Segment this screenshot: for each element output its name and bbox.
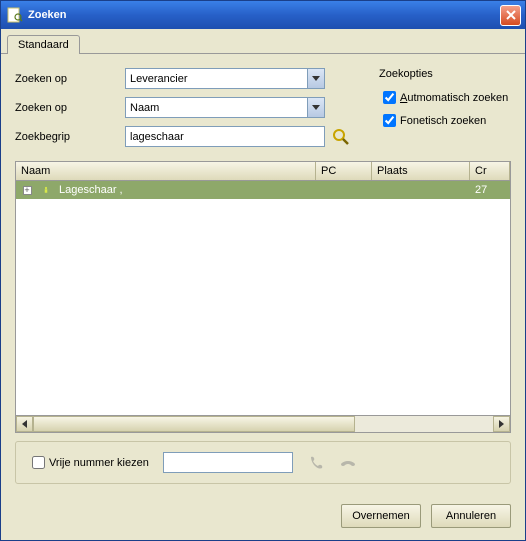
combo-search-type-value: Leverancier (130, 73, 187, 85)
titlebar[interactable]: Zoeken (1, 1, 525, 29)
tabstrip: Standaard (1, 29, 525, 53)
col-naam[interactable]: Naam (16, 162, 316, 180)
phone-input[interactable] (163, 452, 293, 473)
label-zoekbegrip: Zoekbegrip (15, 131, 125, 143)
chevron-down-icon (312, 105, 320, 110)
row-icon (38, 183, 54, 197)
combo-search-type[interactable]: Leverancier (125, 68, 325, 89)
chevron-left-icon (22, 420, 27, 428)
person-icon (43, 183, 49, 197)
combo-search-field-button[interactable] (307, 98, 324, 117)
phone-panel: Vrije nummer kiezen (15, 441, 511, 484)
label-zoeken-op-2: Zoeken op (15, 102, 125, 114)
client-area: Standaard Zoeken op Leverancier Zoeken o… (1, 29, 525, 540)
auto-search-label: Autmomatisch zoeken (400, 92, 508, 104)
cell-naam: Lageschaar , (54, 184, 316, 196)
scroll-thumb[interactable] (33, 416, 355, 432)
chevron-right-icon (499, 420, 504, 428)
search-dialog: Zoeken Standaard Zoeken op Leverancier (0, 0, 526, 541)
results-grid: Naam PC Plaats Cr + Lageschaar , (15, 161, 511, 433)
auto-search-input[interactable] (383, 91, 396, 104)
cell-cr: 27 (470, 184, 510, 196)
search-icon[interactable] (331, 127, 351, 147)
tab-standard[interactable]: Standaard (7, 35, 80, 54)
combo-search-field[interactable]: Naam (125, 97, 325, 118)
dial-icon[interactable] (307, 454, 325, 472)
col-cr[interactable]: Cr (470, 162, 510, 180)
free-number-input[interactable] (32, 456, 45, 469)
phonetic-input[interactable] (383, 114, 396, 127)
plus-icon: + (23, 186, 32, 195)
window-title: Zoeken (28, 9, 67, 21)
label-zoeken-op-1: Zoeken op (15, 73, 125, 85)
combo-search-field-value: Naam (130, 102, 159, 114)
search-input[interactable] (125, 126, 325, 147)
hangup-icon[interactable] (339, 454, 357, 472)
scroll-right-button[interactable] (493, 416, 510, 432)
close-button[interactable] (500, 5, 521, 26)
phonetic-checkbox[interactable]: Fonetisch zoeken (379, 111, 508, 130)
scroll-left-button[interactable] (16, 416, 33, 432)
ok-button[interactable]: Overnemen (341, 504, 421, 528)
phonetic-label: Fonetisch zoeken (400, 115, 486, 127)
search-app-icon (7, 7, 23, 23)
cancel-button[interactable]: Annuleren (431, 504, 511, 528)
col-plaats[interactable]: Plaats (372, 162, 470, 180)
col-pc[interactable]: PC (316, 162, 372, 180)
options-heading: Zoekopties (379, 68, 508, 80)
scroll-track[interactable] (33, 416, 493, 432)
combo-search-type-button[interactable] (307, 69, 324, 88)
dialog-footer: Overnemen Annuleren (1, 494, 525, 540)
close-icon (506, 10, 516, 20)
grid-header: Naam PC Plaats Cr (16, 162, 510, 181)
free-number-label: Vrije nummer kiezen (49, 457, 149, 469)
row-expand[interactable]: + (16, 186, 38, 195)
chevron-down-icon (312, 76, 320, 81)
table-row[interactable]: + Lageschaar , 27 (16, 181, 510, 199)
grid-body[interactable]: + Lageschaar , 27 (16, 181, 510, 415)
free-number-checkbox[interactable]: Vrije nummer kiezen (28, 453, 149, 472)
grid-hscrollbar[interactable] (16, 415, 510, 432)
auto-search-checkbox[interactable]: Autmomatisch zoeken (379, 88, 508, 107)
tab-body: Zoeken op Leverancier Zoeken op Naam (1, 53, 525, 494)
